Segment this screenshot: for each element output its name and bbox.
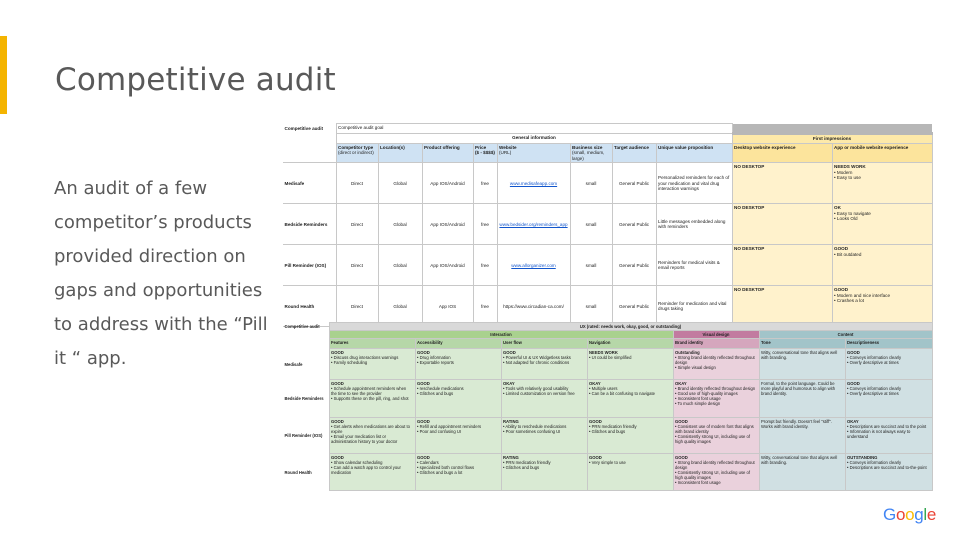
logo-letter: G — [883, 505, 896, 524]
competitive-audit-table-general: Competitive audit Competitive audit goal… — [283, 123, 933, 328]
table-row: Round Health GOOD • Show calendar schedul… — [283, 453, 933, 491]
table-row: Bedside Reminders Direct Global App IOS/… — [283, 203, 933, 246]
row-label: Medisafe — [284, 361, 303, 367]
row-label: Medisafe — [283, 162, 337, 205]
col-price: Price ($ - $$$$) — [472, 142, 498, 164]
accent-bar — [0, 36, 7, 114]
table-row: Pill Reminder (IOS) Direct Global App IO… — [283, 244, 933, 287]
table-row: Medisafe Direct Global App IOS/Android f… — [283, 162, 933, 205]
table-row: Round Health Direct Global App IOS free … — [283, 285, 933, 328]
first-impressions-header: First impressions — [731, 132, 933, 144]
col-descriptiveness: Descriptiveness — [844, 338, 933, 349]
col-features: Features — [328, 338, 416, 349]
visual-design-header: Visual design — [672, 330, 760, 339]
logo-letter: o — [905, 505, 915, 524]
google-logo: Google — [883, 505, 936, 525]
row-label: Pill Reminder (IOS) — [283, 244, 337, 287]
website-link[interactable]: www.allorganizer.com — [496, 244, 571, 287]
ux-rating-header: UX (rated: needs work, okay, good, or ou… — [328, 322, 933, 331]
col-location: Location(s) — [377, 142, 423, 164]
table2-title: Competitive audit — [284, 323, 320, 329]
col-desktop-experience: Desktop website experience — [731, 142, 833, 164]
website-link[interactable]: www.medisafeapp.com — [496, 162, 571, 205]
col-competitor-type: Competitor type (direct or indirect) — [335, 142, 379, 164]
table-row: Pill Reminder (IOS) GOOD • Get alerts whe… — [283, 417, 933, 454]
table1-title: Competitive audit — [284, 125, 324, 131]
website-link[interactable]: www.bedsider.org/reminders_app — [496, 203, 571, 246]
logo-letter: o — [895, 505, 906, 524]
website-link[interactable]: https://www.circadian-ca.com/ — [496, 285, 571, 328]
col-business-size: Business size (small, medium, large) — [569, 142, 613, 164]
col-product-offering: Product offering — [421, 142, 474, 164]
row-label: Round Health — [284, 469, 312, 475]
table1-goal: Competitive audit goal — [335, 123, 498, 134]
col-navigation: Navigation — [586, 338, 674, 349]
logo-letter: e — [926, 505, 937, 524]
interaction-header: Interaction — [328, 330, 674, 339]
row-label: Pill Reminder (IOS) — [284, 433, 323, 438]
col-brand-identity: Brand identity — [672, 338, 760, 349]
col-website: Website (URL) — [496, 142, 571, 164]
competitive-audit-table-ux: Competitive audit UX (rated: needs work,… — [283, 322, 933, 491]
table-row: Bedside Reminders GOOD • Schedule appoint… — [283, 379, 933, 418]
col-unique-value: Unique value proposition — [655, 142, 733, 164]
col-user-flow: User flow — [500, 338, 588, 349]
table-row: Medisafe GOOD • Discuss drug interactions… — [283, 348, 933, 380]
slide-body-text: An audit of a few competitor’s products … — [54, 178, 268, 369]
col-accessibility: Accessibility — [414, 338, 502, 349]
content-header: Content — [758, 330, 933, 339]
row-label: Round Health — [283, 285, 337, 328]
general-info-header: General information — [335, 133, 733, 144]
col-mobile-experience: App or mobile website experience — [831, 142, 933, 164]
col-target-audience: Target audience — [611, 142, 657, 164]
col-tone: Tone — [758, 338, 846, 349]
row-label: Bedside Reminders — [283, 203, 337, 246]
row-label: Bedside Reminders — [284, 396, 324, 401]
slide-title: Competitive audit — [55, 62, 336, 98]
